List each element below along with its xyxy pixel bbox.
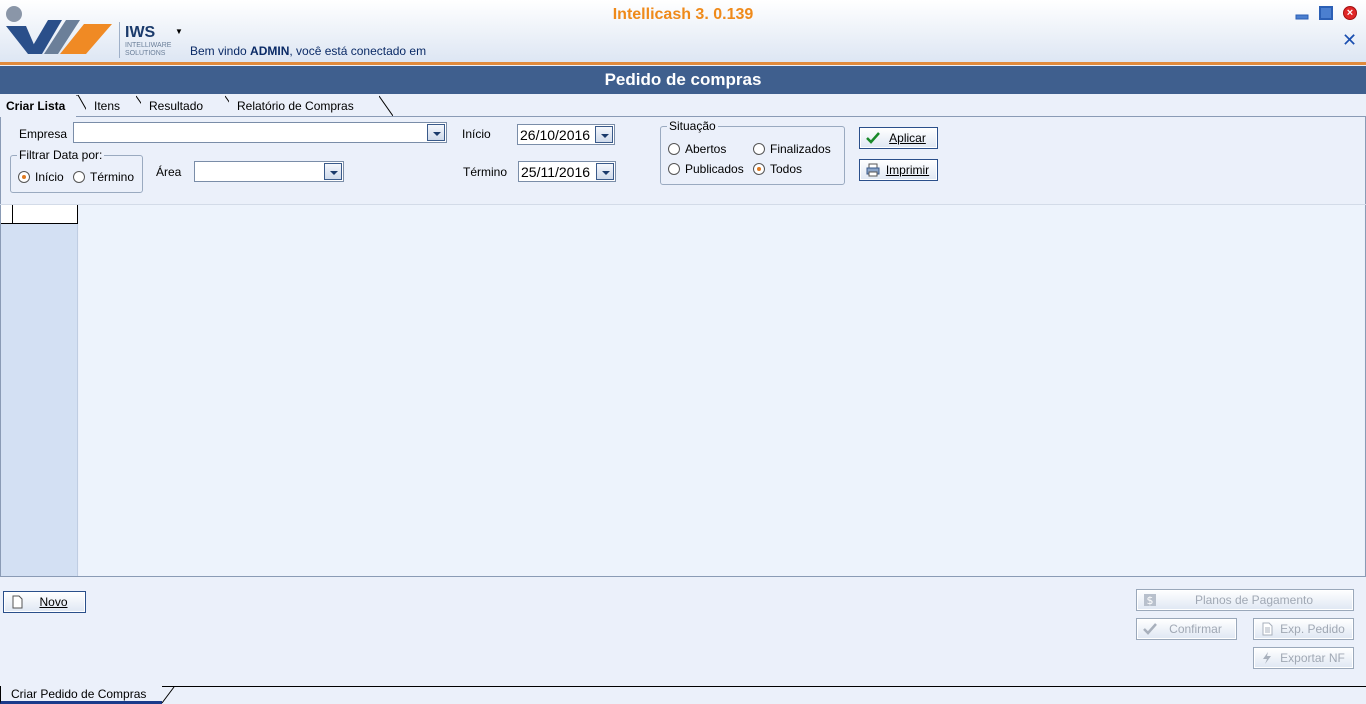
filtrar-data-title: Filtrar Data por: [17, 148, 105, 162]
tab-label: Itens [94, 99, 121, 113]
app-title: Intellicash 3. 0.139 [612, 6, 754, 23]
situacao-todos-radio[interactable]: Todos [753, 162, 802, 176]
imprimir-button[interactable]: Imprimir [859, 159, 938, 181]
welcome-message: Bem vindo ADMIN, você está conectado em [190, 44, 427, 58]
menu-dropdown-icon[interactable]: ▼ [175, 27, 183, 36]
radio-icon [73, 171, 85, 183]
chevron-down-icon[interactable] [324, 163, 342, 180]
new-document-icon [12, 595, 23, 609]
data-grid[interactable] [79, 205, 1364, 576]
checkmark-icon [866, 132, 880, 144]
radio-selected-icon [753, 163, 765, 175]
printer-icon [866, 163, 880, 177]
situacao-publicados-radio[interactable]: Publicados [668, 162, 744, 176]
close-window-icon[interactable]: ✕ [1342, 30, 1357, 51]
calendar-dropdown-icon[interactable] [596, 163, 614, 180]
tab-itens[interactable]: Itens [86, 95, 150, 117]
tab-criar-lista[interactable]: Criar Lista [0, 95, 90, 117]
close-icon[interactable]: × [1343, 6, 1357, 20]
bottom-tab-label: Criar Pedido de Compras [11, 687, 147, 701]
empresa-label: Empresa [19, 127, 68, 141]
tab-label: Resultado [149, 99, 204, 113]
termino-date-field[interactable]: 25/11/2016 [518, 161, 616, 182]
svg-text:$: $ [1147, 594, 1154, 607]
exportar-nf-button[interactable]: Exportar NF [1253, 647, 1354, 669]
termino-label: Término [463, 165, 508, 179]
confirmar-button[interactable]: Confirmar [1136, 618, 1237, 640]
tab-resultado[interactable]: Resultado [141, 95, 239, 117]
lightning-icon [1263, 652, 1271, 664]
welcome-user: ADMIN [250, 44, 290, 58]
empresa-select[interactable] [73, 122, 447, 143]
exp-pedido-button[interactable]: Exp. Pedido [1253, 618, 1354, 640]
calendar-dropdown-icon[interactable] [595, 126, 613, 143]
situacao-abertos-radio[interactable]: Abertos [668, 142, 726, 156]
checkmark-icon [1143, 623, 1157, 635]
situacao-finalizados-radio[interactable]: Finalizados [753, 142, 831, 156]
area-select[interactable] [194, 161, 344, 182]
filtrar-termino-radio[interactable]: Término [73, 170, 134, 184]
planos-pagamento-button[interactable]: $ Planos de Pagamento [1136, 589, 1354, 611]
bottom-tab-baseline [0, 686, 1366, 687]
inicio-date-field[interactable]: 26/10/2016 [517, 124, 615, 145]
grid-row-header [1, 205, 78, 576]
tab-strip: Criar Lista Itens Resultado Relatório de… [0, 95, 1366, 117]
filtrar-inicio-radio[interactable]: Início [18, 170, 64, 184]
tab-edge [379, 95, 393, 117]
area-label: Área [156, 165, 182, 179]
tab-label: Relatório de Compras [237, 99, 354, 113]
radio-icon [668, 143, 680, 155]
radio-icon [668, 163, 680, 175]
dollar-icon: $ [1144, 594, 1156, 607]
document-icon [1262, 622, 1273, 636]
brand-divider [119, 22, 120, 58]
novo-button[interactable]: Novo [3, 591, 86, 613]
aplicar-button[interactable]: Aplicar [859, 127, 938, 149]
tab-relatorio-compras[interactable]: Relatório de Compras [229, 95, 393, 117]
grid-cell-divider [12, 205, 13, 223]
header-divider [0, 62, 1366, 65]
radio-selected-icon [18, 171, 30, 183]
bottom-tab-criar-pedido[interactable]: Criar Pedido de Compras [0, 686, 162, 704]
page-title: Pedido de compras [0, 66, 1366, 94]
radio-icon [753, 143, 765, 155]
inicio-label: Início [462, 127, 491, 141]
brand-subtitle: INTELLIWARE SOLUTIONS [125, 42, 172, 57]
brand-name: IWS [125, 24, 156, 41]
maximize-icon[interactable] [1319, 6, 1333, 20]
minimize-icon[interactable] [1295, 6, 1309, 20]
bottom-tab-edge [161, 686, 175, 704]
tab-label: Criar Lista [6, 99, 66, 113]
situacao-title: Situação [667, 119, 718, 133]
chevron-down-icon[interactable] [427, 124, 445, 141]
